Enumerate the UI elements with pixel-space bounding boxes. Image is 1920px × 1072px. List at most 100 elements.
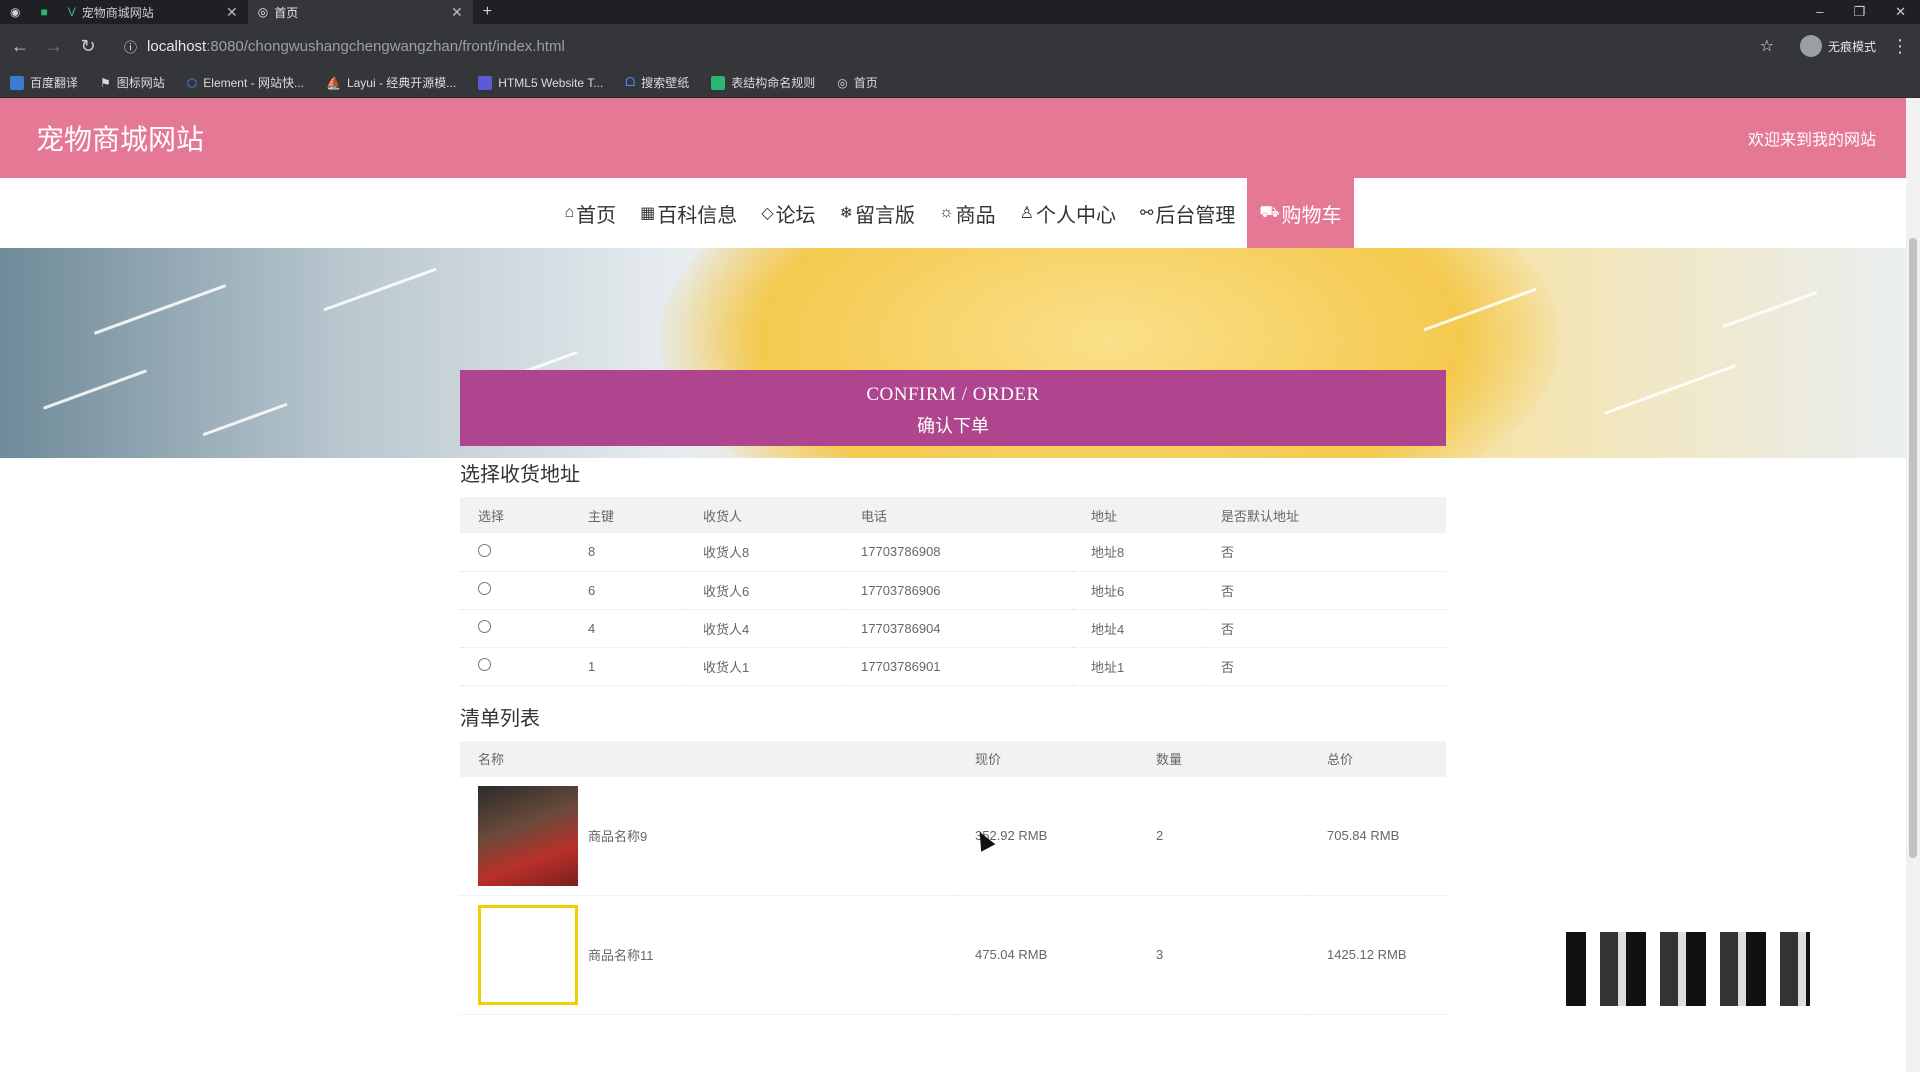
confirm-title-cn: 确认下单 <box>917 416 989 436</box>
browser-tab-green[interactable]: ■ <box>30 0 57 24</box>
column-header: 是否默认地址 <box>1221 508 1300 524</box>
globe-icon: ◎ <box>257 5 269 19</box>
browser-tab-site[interactable]: V 宠物商城网站 ✕ <box>58 0 248 24</box>
bookmark-item[interactable]: ᗝ 搜索壁纸 <box>625 74 689 91</box>
column-header: 收货人 <box>703 508 743 524</box>
incognito-profile[interactable]: 无痕模式 <box>1799 35 1876 57</box>
table-row[interactable]: 8 收货人8 17703786908 地址8 否 <box>460 533 1446 572</box>
checkout-content: CONFIRM / ORDER 确认下单 选择收货地址 选择 主键 收货人 电话… <box>460 370 1446 1015</box>
sheet-icon: ■ <box>40 5 48 19</box>
order-section-title: 清单列表 <box>460 707 540 730</box>
vue-icon: V <box>67 5 76 19</box>
table-row[interactable]: 6 收货人6 17703786906 地址6 否 <box>460 571 1446 610</box>
column-header: 电话 <box>861 508 888 524</box>
bookmark-item[interactable]: ⚑ 图标网站 <box>100 74 165 91</box>
wallpaper-icon: ᗝ <box>625 75 636 89</box>
window-controls: – ❐ ✕ <box>1816 4 1920 20</box>
bookmark-item[interactable]: ⬡ Element - 网站快... <box>187 74 304 91</box>
profile-label: 无痕模式 <box>1827 39 1876 54</box>
welcome-text: 欢迎来到我的网站 <box>1747 132 1876 149</box>
browser-tab-home[interactable]: ◎ 首页 ✕ <box>247 0 473 24</box>
scrollbar-thumb[interactable] <box>1909 238 1917 858</box>
forward-icon[interactable]: → <box>44 36 64 57</box>
address-radio[interactable] <box>478 620 491 633</box>
column-header: 选择 <box>478 508 505 524</box>
column-header: 名称 <box>478 752 505 767</box>
browser-tabstrip: ◉ ■ V 宠物商城网站 ✕ ◎ 首页 ✕ + – ❐ ✕ <box>0 0 1920 24</box>
site-header: 宠物商城网站 欢迎来到我的网站 <box>0 98 1906 178</box>
table-row: 商品名称9 352.92 RMB 2 705.84 RMB <box>460 776 1446 896</box>
layui-icon: ⛵ <box>325 75 341 90</box>
table-row: 商品名称11 475.04 RMB 3 1425.12 RMB <box>460 895 1446 1015</box>
incognito-icon <box>1799 35 1822 57</box>
url-path: :8080/chongwushangchengwangzhan/front/in… <box>206 37 565 55</box>
page-scrollbar[interactable] <box>1906 98 1920 1072</box>
bookmark-item[interactable]: ⛵ Layui - 经典开源模... <box>326 74 456 91</box>
site-title[interactable]: 宠物商城网站 <box>36 118 204 158</box>
address-radio[interactable] <box>478 543 491 557</box>
address-section-title: 选择收货地址 <box>460 464 580 486</box>
column-header: 数量 <box>1156 752 1183 767</box>
info-icon: ⓘ <box>124 39 138 55</box>
column-header: 地址 <box>1091 508 1118 524</box>
pixelated-overlay <box>1566 932 1810 1006</box>
bookmark-item[interactable]: 表结构命名规则 <box>711 74 815 91</box>
address-table: 选择 主键 收货人 电话 地址 是否默认地址 8 收货人8 1770378690… <box>460 497 1446 686</box>
cart-icon: ⛟ <box>1259 204 1280 221</box>
plus-icon: + <box>482 3 493 20</box>
address-radio[interactable] <box>478 582 491 595</box>
gear-icon: ☼ <box>938 204 954 221</box>
close-window-icon[interactable]: ✕ <box>1895 4 1906 20</box>
bookmarks-bar: 百度翻译 ⚑ 图标网站 ⬡ Element - 网站快... ⛵ Layui - 经典… <box>0 68 1920 98</box>
browser-menu-tab[interactable]: ◉ <box>0 0 30 24</box>
snowflake-icon: ❄ <box>839 205 853 222</box>
menu-item-admin[interactable]: ⚯ 后台管理 <box>1128 178 1247 248</box>
new-tab-button[interactable]: + <box>473 0 502 24</box>
back-icon[interactable]: ← <box>10 36 30 57</box>
table-row[interactable]: 1 收货人1 17703786901 地址1 否 <box>460 647 1446 686</box>
product-name: 商品名称9 <box>588 829 648 844</box>
order-table: 名称 现价 数量 总价 商品名称9 352.92 RMB 2 705.84 RM… <box>460 740 1446 1015</box>
home-icon: ⌂ <box>564 204 575 221</box>
link-icon: ⚯ <box>1139 205 1154 222</box>
product-image[interactable] <box>478 904 578 1005</box>
menu-item-forum[interactable]: ◇ 论坛 <box>749 178 827 248</box>
more-icon[interactable]: ⋮ <box>1890 36 1910 57</box>
address-radio[interactable] <box>478 658 491 671</box>
column-header: 总价 <box>1327 752 1354 767</box>
address-bar[interactable]: ⓘ localhost:8080/chongwushangchengwangzh… <box>112 30 1786 62</box>
user-icon: ♙ <box>1019 205 1034 222</box>
bookmark-item[interactable]: 百度翻译 <box>10 74 78 91</box>
menu-item-products[interactable]: ☼ 商品 <box>927 178 1008 248</box>
column-header: 主键 <box>588 508 615 524</box>
product-name: 商品名称11 <box>588 948 654 963</box>
html5-icon <box>478 75 493 90</box>
flag-icon: ⚑ <box>100 75 111 90</box>
column-header: 现价 <box>975 752 1002 767</box>
menu-item-cart[interactable]: ⛟ 购物车 <box>1247 178 1354 248</box>
restore-icon[interactable]: ❐ <box>1853 4 1865 20</box>
bookmark-item[interactable]: HTML5 Website T... <box>478 75 603 90</box>
reload-icon[interactable]: ↻ <box>78 36 98 57</box>
sheet-icon <box>711 75 726 90</box>
close-icon[interactable]: ✕ <box>226 4 238 21</box>
close-icon[interactable]: ✕ <box>451 4 463 21</box>
main-menu: ⌂ 首页 ▦ 百科信息 ◇ 论坛 ❄ 留言版 ☼ 商品 ♙ 个人中心 ⚯ 后台管理 ⛟ 购物车 <box>0 178 1906 248</box>
minimize-icon[interactable]: – <box>1816 4 1823 20</box>
menu-item-home[interactable]: ⌂ 首页 <box>552 178 628 248</box>
tag-icon: ◇ <box>761 205 774 222</box>
table-row[interactable]: 4 收货人4 17703786904 地址4 否 <box>460 609 1446 648</box>
menu-item-profile[interactable]: ♙ 个人中心 <box>1008 178 1128 248</box>
star-icon[interactable]: ☆ <box>1760 36 1774 56</box>
element-icon: ⬡ <box>186 75 198 90</box>
menu-item-encyclopedia[interactable]: ▦ 百科信息 <box>628 178 749 248</box>
grid-icon: ▦ <box>640 205 656 222</box>
translate-icon <box>10 75 24 90</box>
confirm-title-en: CONFIRM / ORDER <box>866 384 1040 405</box>
bookmark-item[interactable]: ◎ 首页 <box>837 74 878 91</box>
product-image[interactable] <box>478 785 578 886</box>
url-host: localhost <box>147 37 207 55</box>
browser-tab-title: 宠物商城网站 <box>81 5 154 20</box>
globe-icon: ◎ <box>837 75 848 90</box>
menu-item-messages[interactable]: ❄ 留言版 <box>828 178 927 248</box>
